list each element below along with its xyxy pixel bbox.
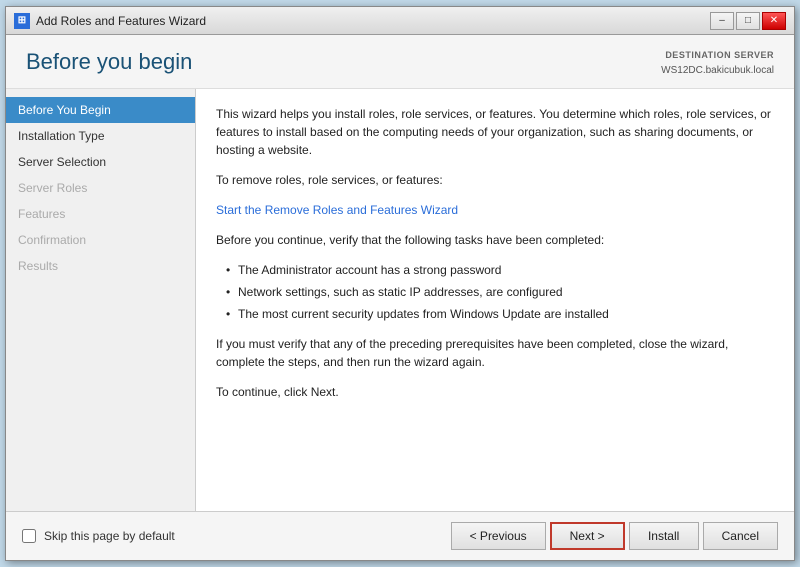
bullet-item-2: Network settings, such as static IP addr…: [226, 283, 774, 301]
sidebar-item-confirmation: Confirmation: [6, 227, 195, 253]
sidebar-item-results: Results: [6, 253, 195, 279]
sidebar-item-installation-type[interactable]: Installation Type: [6, 123, 195, 149]
sidebar-item-server-roles: Server Roles: [6, 175, 195, 201]
verify-paragraph: Before you continue, verify that the fol…: [216, 231, 774, 249]
title-bar-left: ⊞ Add Roles and Features Wizard: [14, 13, 206, 29]
continue-paragraph: To continue, click Next.: [216, 383, 774, 401]
prerequisites-list: The Administrator account has a strong p…: [226, 261, 774, 323]
wizard-window: ⊞ Add Roles and Features Wizard – □ ✕ Be…: [5, 6, 795, 561]
bullet-item-3: The most current security updates from W…: [226, 305, 774, 323]
verify-note-paragraph: If you must verify that any of the prece…: [216, 335, 774, 371]
sidebar-item-server-selection[interactable]: Server Selection: [6, 149, 195, 175]
minimize-button[interactable]: –: [710, 12, 734, 30]
bullet-item-1: The Administrator account has a strong p…: [226, 261, 774, 279]
checkbox-area: Skip this page by default: [22, 529, 175, 543]
maximize-button[interactable]: □: [736, 12, 760, 30]
next-button[interactable]: Next >: [550, 522, 625, 550]
remove-wizard-link[interactable]: Start the Remove Roles and Features Wiza…: [216, 203, 458, 217]
main-body: Before You Begin Installation Type Serve…: [6, 89, 794, 512]
destination-server-name: WS12DC.bakicubuk.local: [661, 63, 774, 78]
sidebar-item-before-you-begin[interactable]: Before You Begin: [6, 97, 195, 123]
intro-paragraph: This wizard helps you install roles, rol…: [216, 105, 774, 159]
title-bar-controls: – □ ✕: [710, 12, 786, 30]
destination-label: DESTINATION SERVER: [661, 49, 774, 63]
footer-area: Skip this page by default < Previous Nex…: [6, 511, 794, 560]
content-area: Before you begin DESTINATION SERVER WS12…: [6, 35, 794, 560]
previous-button[interactable]: < Previous: [451, 522, 546, 550]
header-bar: Before you begin DESTINATION SERVER WS12…: [6, 35, 794, 89]
sidebar: Before You Begin Installation Type Serve…: [6, 89, 196, 512]
app-icon: ⊞: [14, 13, 30, 29]
skip-page-checkbox[interactable]: [22, 529, 36, 543]
remove-paragraph: To remove roles, role services, or featu…: [216, 171, 774, 189]
install-button[interactable]: Install: [629, 522, 699, 550]
close-button[interactable]: ✕: [762, 12, 786, 30]
destination-server-info: DESTINATION SERVER WS12DC.bakicubuk.loca…: [661, 49, 774, 78]
cancel-button[interactable]: Cancel: [703, 522, 778, 550]
skip-page-label[interactable]: Skip this page by default: [44, 529, 175, 543]
main-content: This wizard helps you install roles, rol…: [196, 89, 794, 512]
button-group: < Previous Next > Install Cancel: [451, 522, 778, 550]
title-bar: ⊞ Add Roles and Features Wizard – □ ✕: [6, 7, 794, 35]
page-title: Before you begin: [26, 49, 192, 75]
sidebar-item-features: Features: [6, 201, 195, 227]
window-title: Add Roles and Features Wizard: [36, 14, 206, 28]
